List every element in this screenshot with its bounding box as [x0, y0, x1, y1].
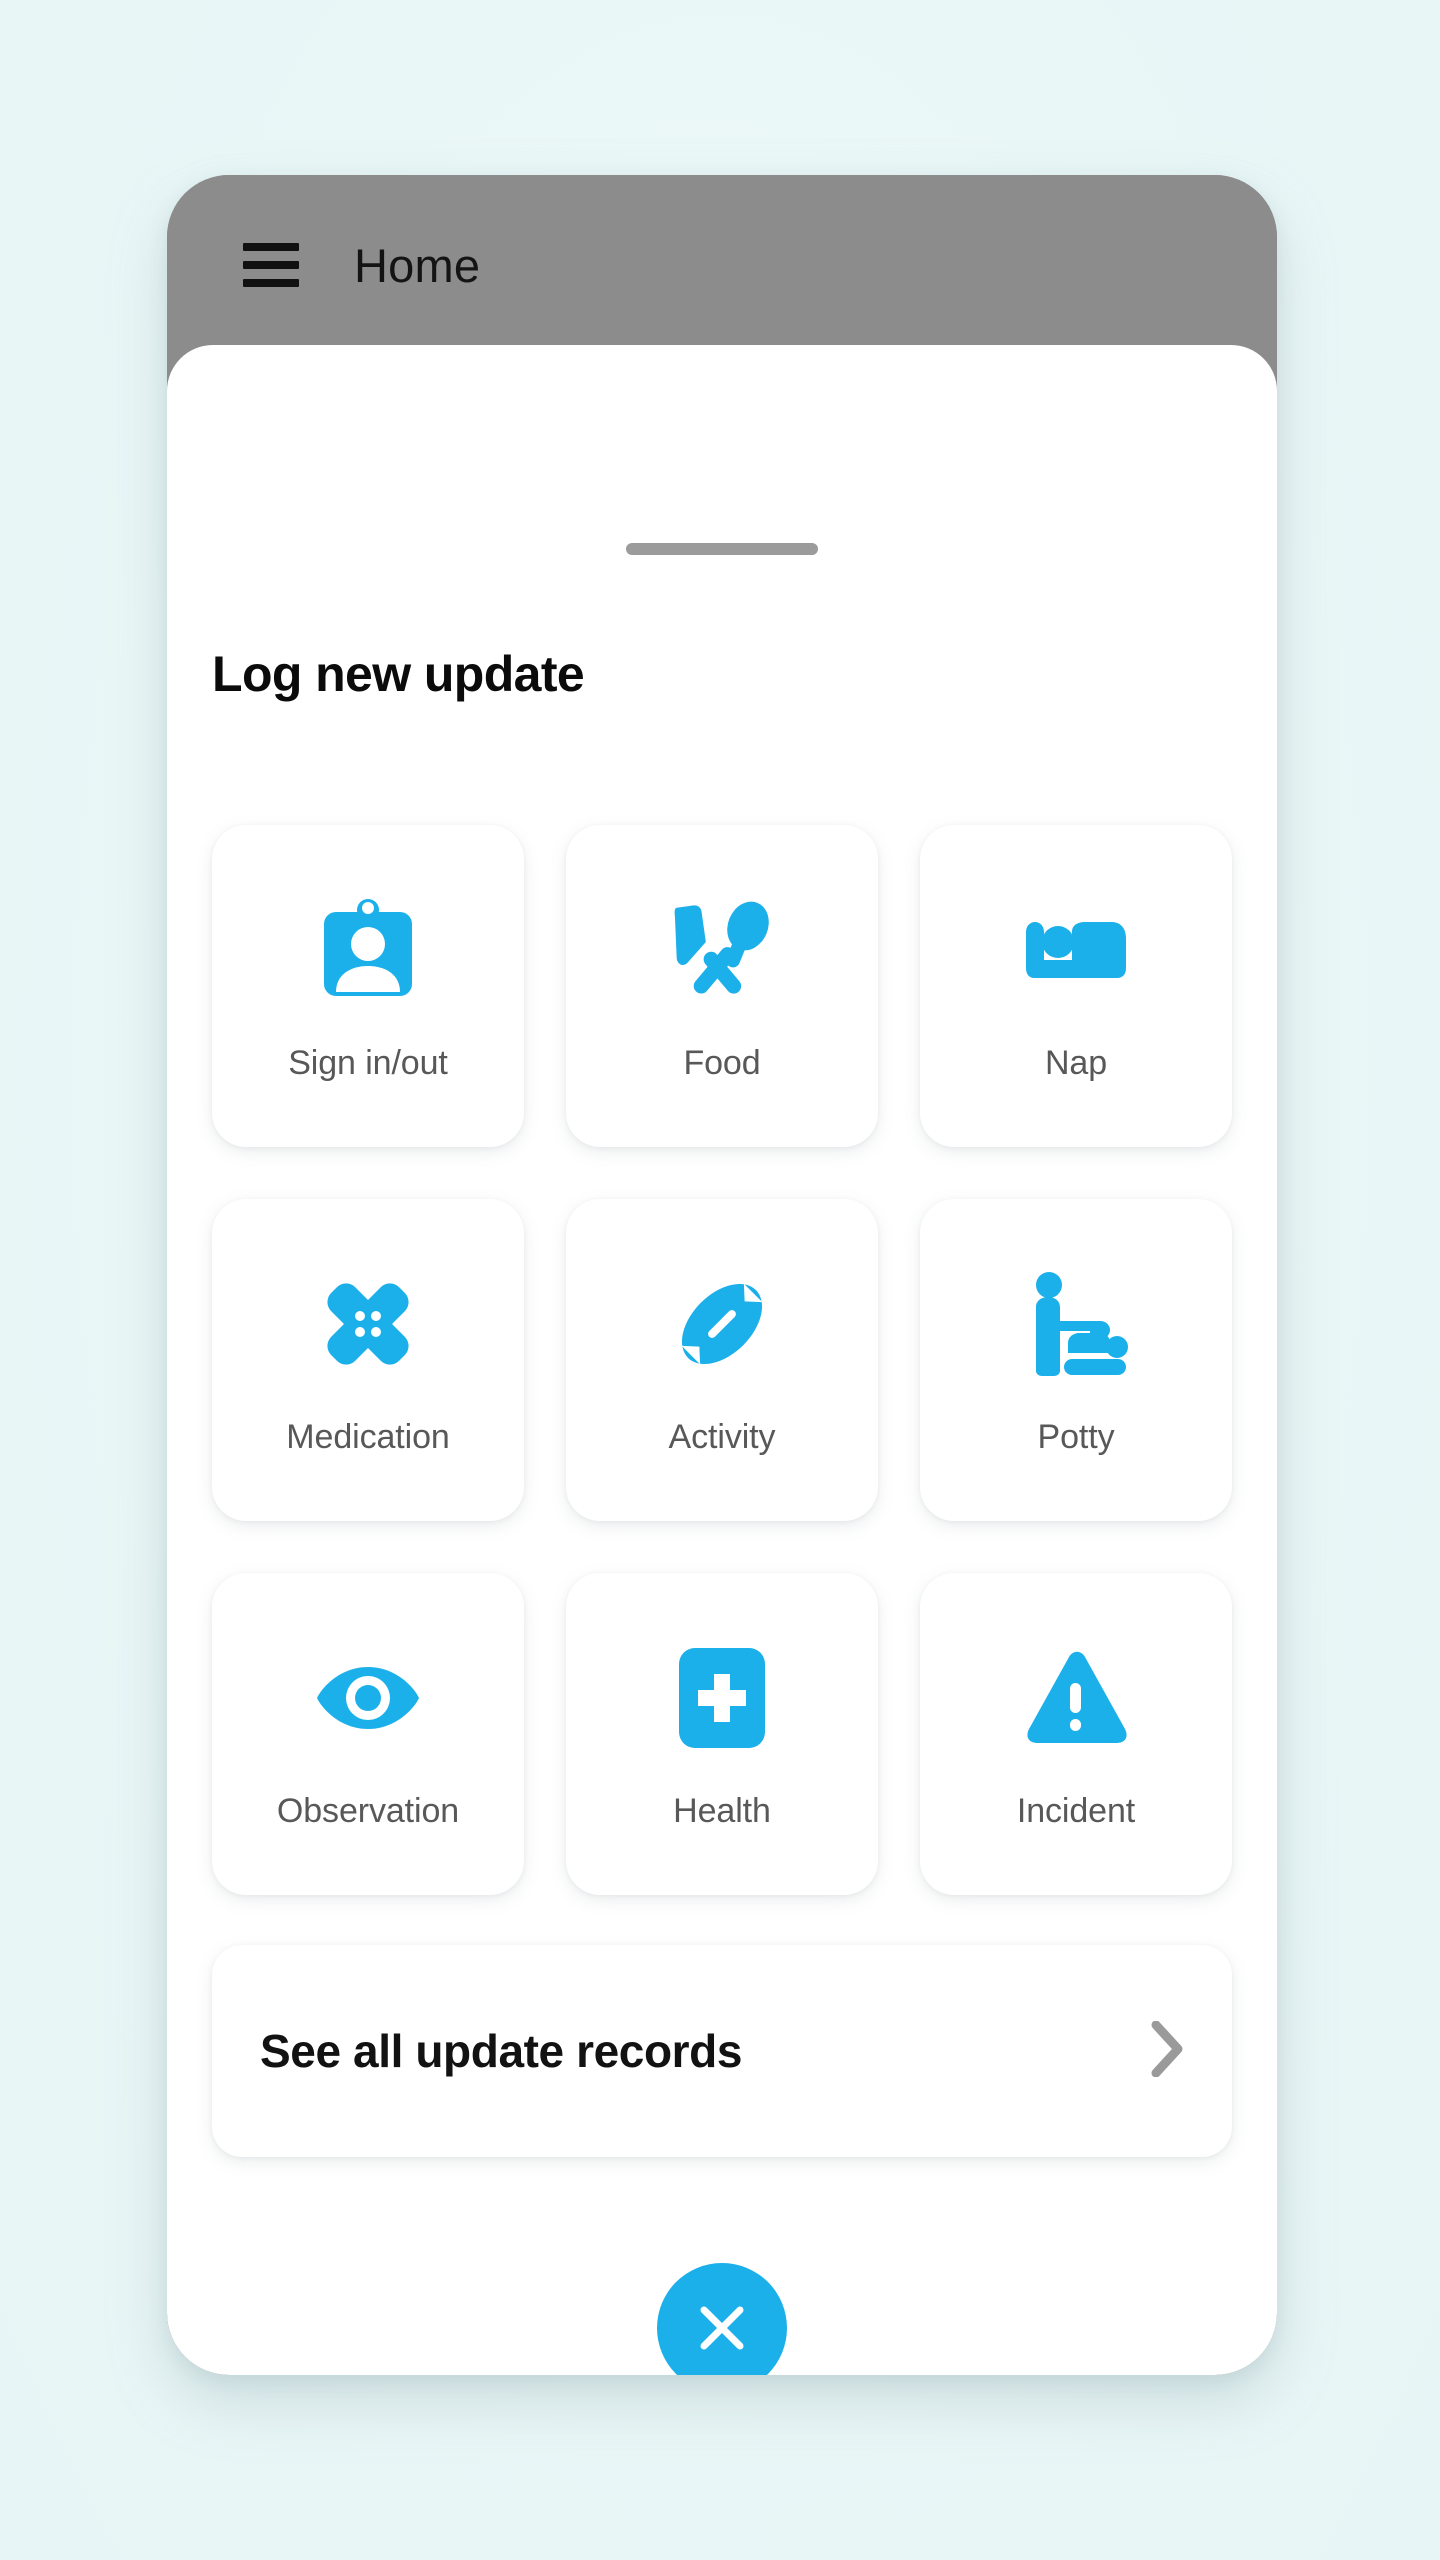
- update-type-grid: Sign in/out Food Nap Medication Activity…: [212, 825, 1232, 1895]
- tile-potty[interactable]: Potty: [920, 1199, 1232, 1521]
- eye-icon: [315, 1638, 421, 1758]
- tile-label: Health: [673, 1791, 771, 1830]
- hamburger-menu-icon[interactable]: [243, 243, 299, 287]
- tile-health[interactable]: Health: [566, 1573, 878, 1895]
- tile-label: Medication: [286, 1417, 450, 1456]
- tile-nap: Nap: [920, 825, 1232, 1147]
- baby-changing-icon: [1024, 1264, 1128, 1384]
- tile-label: Potty: [1037, 1417, 1115, 1456]
- tile-incident[interactable]: Incident: [920, 1573, 1232, 1895]
- sheet-drag-handle[interactable]: [626, 543, 818, 555]
- tile-label: Activity: [668, 1417, 776, 1456]
- cutlery-icon: [671, 890, 773, 1010]
- id-badge-icon: [318, 890, 418, 1010]
- chevron-right-icon: [1150, 2020, 1184, 2082]
- medical-cross-icon: [679, 1638, 765, 1758]
- tile-label: Observation: [276, 1791, 460, 1830]
- sheet-title: Log new update: [212, 646, 585, 702]
- tile-label: Incident: [1016, 1791, 1136, 1830]
- close-button[interactable]: [657, 2263, 787, 2375]
- bandage-cross-icon: [318, 1264, 418, 1384]
- tile-observation[interactable]: Observation: [212, 1573, 524, 1895]
- see-all-update-records-row[interactable]: See all update records: [212, 1945, 1232, 2157]
- tile-label: Nap: [1044, 1043, 1108, 1082]
- bottom-sheet: Log new update Sign in/out Food Nap Medi…: [167, 345, 1277, 2375]
- tile-activity[interactable]: Activity: [566, 1199, 878, 1521]
- records-label: See all update records: [260, 2025, 743, 2077]
- football-icon: [672, 1264, 772, 1384]
- tile-label: Food: [683, 1043, 761, 1082]
- page-title: Home: [354, 238, 481, 292]
- close-x-icon: [700, 2306, 744, 2350]
- app-bar: Home: [167, 175, 1277, 355]
- hamburger-bar: [243, 243, 299, 251]
- hamburger-bar: [243, 279, 299, 287]
- tile-sign-in-out[interactable]: Sign in/out: [212, 825, 524, 1147]
- tile-food[interactable]: Food: [566, 825, 878, 1147]
- tile-label: Sign in/out: [288, 1043, 448, 1082]
- hamburger-bar: [243, 261, 299, 269]
- bed-sleep-icon: [1024, 890, 1128, 1010]
- phone-frame: Home Log new update Sign in/out Food Nap…: [167, 175, 1277, 2375]
- warning-triangle-icon: [1024, 1638, 1128, 1758]
- tile-medication[interactable]: Medication: [212, 1199, 524, 1521]
